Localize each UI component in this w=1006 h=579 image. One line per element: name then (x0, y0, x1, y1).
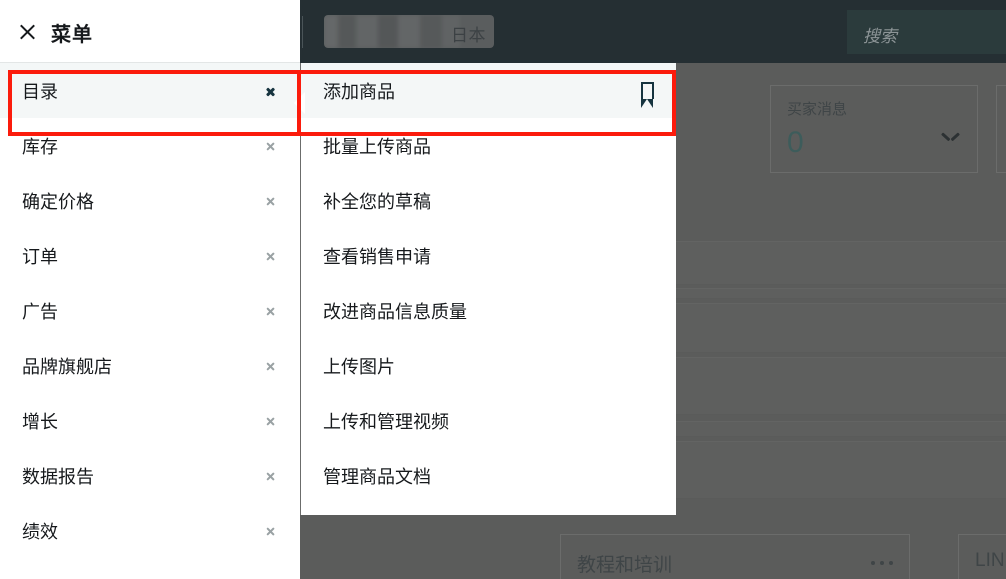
content-band (676, 288, 1006, 299)
bottom-card-lin[interactable]: LIN (958, 534, 1006, 579)
submenu-item-manage-product-documents[interactable]: 管理商品文档 (301, 448, 676, 503)
sidebar-menu-panel: 菜单 目录 库存 确定价格 订单 广告 (0, 0, 300, 579)
chevron-right-icon (266, 138, 278, 154)
close-x-icon[interactable] (18, 23, 37, 42)
app-root: 日本 搜索 买家消息 0 (0, 0, 1006, 579)
sidebar-item-reports[interactable]: 数据报告 (0, 448, 300, 503)
sidebar-item-catalog[interactable]: 目录 (0, 63, 300, 118)
submenu-item-label: 补全您的草稿 (323, 188, 654, 214)
content-band (676, 441, 1006, 499)
submenu-item-label: 管理商品文档 (323, 463, 654, 489)
chevron-right-icon (266, 468, 278, 484)
sidebar-item-growth[interactable]: 增长 (0, 393, 300, 448)
submenu-pointer-triangle (294, 92, 305, 114)
sidebar-item-label: 绩效 (22, 518, 266, 544)
content-band (676, 241, 1006, 285)
menu-title: 菜单 (51, 18, 93, 47)
redacted-account-region (324, 15, 460, 48)
bottom-card-tutorials[interactable]: 教程和培训 (560, 534, 910, 579)
chevron-right-icon (266, 83, 278, 99)
sidebar-item-label: 广告 (22, 298, 266, 324)
locale-selector[interactable]: 日本 (324, 15, 494, 48)
stat-card-value: 0 (787, 126, 804, 160)
sidebar-item-label: 品牌旗舰店 (22, 353, 266, 379)
submenu-item-bulk-upload[interactable]: 批量上传商品 (301, 118, 676, 173)
sidebar-item-inventory[interactable]: 库存 (0, 118, 300, 173)
submenu-item-view-selling-applications[interactable]: 查看销售申请 (301, 228, 676, 283)
submenu-item-label: 上传和管理视频 (323, 408, 654, 434)
submenu-item-label: 上传图片 (323, 353, 654, 379)
sidebar-item-advertising[interactable]: 广告 (0, 283, 300, 338)
search-placeholder-text: 搜索 (863, 22, 897, 47)
locale-label: 日本 (451, 21, 486, 46)
chevron-right-icon (266, 358, 278, 374)
sidebar-item-label: 库存 (22, 133, 266, 159)
content-band (676, 421, 1006, 437)
sidebar-item-label: 目录 (22, 78, 266, 104)
chevron-down-icon[interactable] (942, 132, 959, 142)
submenu-item-label: 改进商品信息质量 (323, 298, 654, 324)
bottom-card-title: LIN (975, 550, 1005, 572)
submenu-item-improve-listing-quality[interactable]: 改进商品信息质量 (301, 283, 676, 338)
sidebar-item-performance[interactable]: 绩效 (0, 503, 300, 558)
submenu-item-complete-drafts[interactable]: 补全您的草稿 (301, 173, 676, 228)
ellipsis-icon[interactable] (871, 561, 893, 565)
stat-card-title: 买家消息 (787, 98, 847, 119)
search-input[interactable]: 搜索 (847, 10, 1006, 54)
stat-card[interactable] (996, 85, 1006, 173)
content-band (676, 357, 1006, 415)
menu-header: 菜单 (0, 0, 300, 63)
chevron-right-icon (266, 523, 278, 539)
sidebar-item-label: 确定价格 (22, 188, 266, 214)
bookmark-icon[interactable] (641, 82, 654, 99)
submenu-item-label: 添加商品 (323, 78, 641, 104)
menu-list: 目录 库存 确定价格 订单 广告 品牌旗舰店 (0, 63, 300, 558)
submenu-item-upload-manage-videos[interactable]: 上传和管理视频 (301, 393, 676, 448)
chevron-right-icon (266, 248, 278, 264)
sidebar-item-label: 数据报告 (22, 463, 266, 489)
content-band (676, 303, 1006, 353)
sidebar-item-label: 增长 (22, 408, 266, 434)
chevron-right-icon (266, 303, 278, 319)
submenu-item-add-product[interactable]: 添加商品 (301, 63, 676, 118)
sidebar-item-orders[interactable]: 订单 (0, 228, 300, 283)
submenu-panel-catalog: 添加商品 批量上传商品 补全您的草稿 查看销售申请 改进商品信息质量 上传图片 … (301, 63, 676, 515)
submenu-item-label: 查看销售申请 (323, 243, 654, 269)
submenu-item-upload-images[interactable]: 上传图片 (301, 338, 676, 393)
bottom-card-title: 教程和培训 (577, 550, 672, 577)
submenu-item-label: 批量上传商品 (323, 133, 654, 159)
chevron-right-icon (266, 413, 278, 429)
sidebar-item-label: 订单 (22, 243, 266, 269)
stat-card-buyer-messages[interactable]: 买家消息 0 (770, 85, 978, 173)
chevron-right-icon (266, 193, 278, 209)
sidebar-item-pricing[interactable]: 确定价格 (0, 173, 300, 228)
sidebar-item-brand-store[interactable]: 品牌旗舰店 (0, 338, 300, 393)
header-divider (302, 16, 303, 48)
